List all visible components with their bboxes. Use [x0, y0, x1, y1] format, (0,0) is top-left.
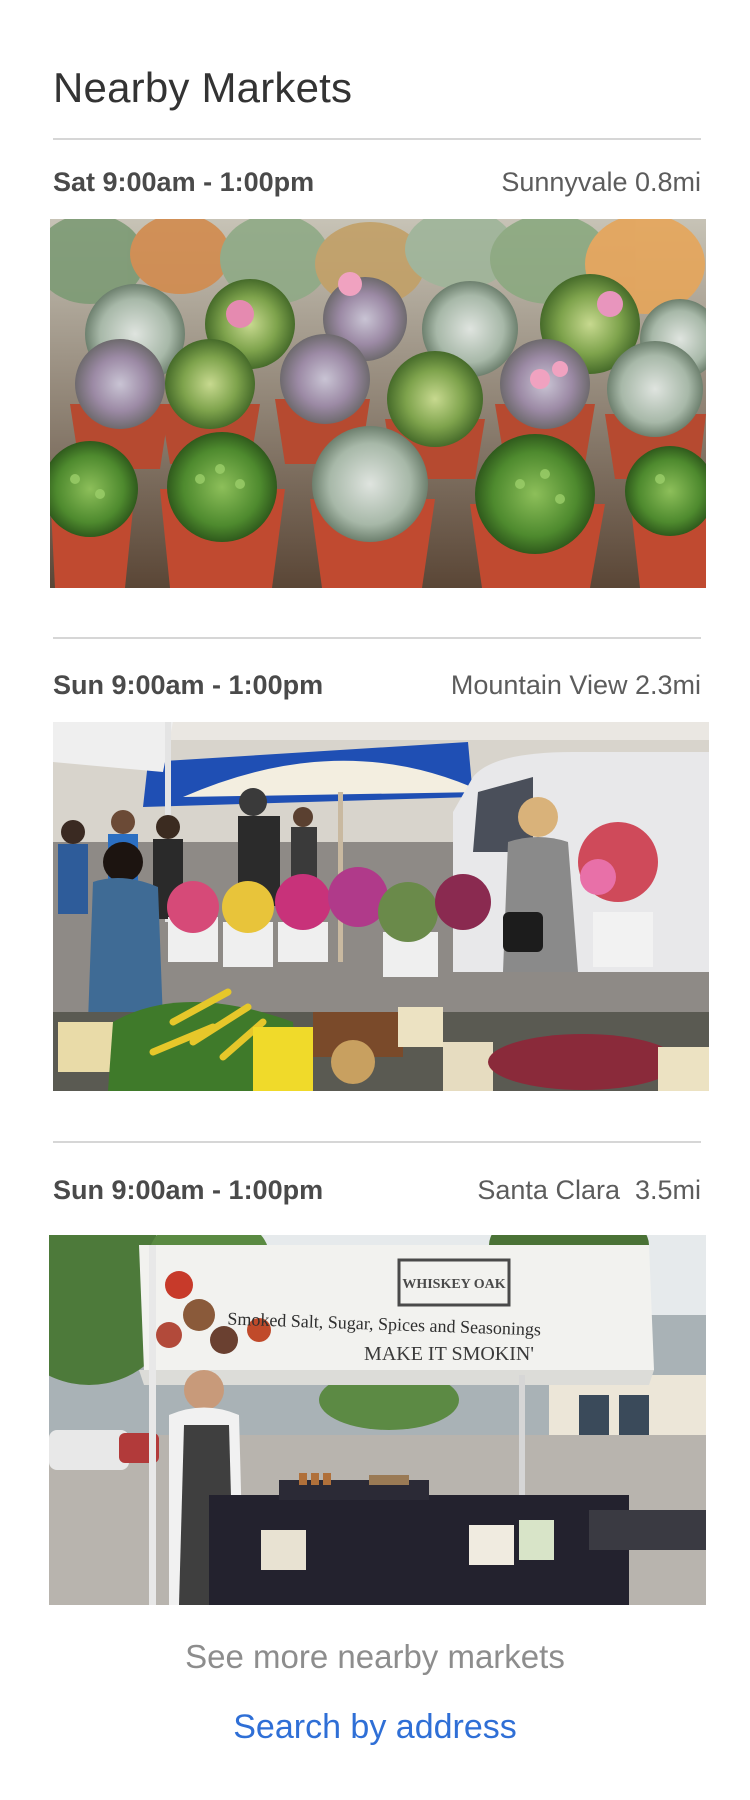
market-schedule: Sun 9:00am - 1:00pm	[53, 1175, 324, 1205]
market-schedule: Sun 9:00am - 1:00pm	[53, 670, 324, 700]
produce-stand-photo[interactable]	[53, 722, 709, 1091]
search-by-address-link[interactable]: Search by address	[0, 1708, 750, 1747]
see-more-markets-link[interactable]: See more nearby markets	[0, 1638, 750, 1676]
market-schedule: Sat 9:00am - 1:00pm	[53, 167, 315, 197]
divider	[53, 138, 701, 140]
succulents-illustration	[50, 219, 706, 588]
succulents-photo[interactable]	[50, 219, 706, 588]
market-location: Sunnyvale 0.8mi	[501, 167, 701, 197]
produce-stand-illustration	[53, 722, 709, 1091]
booth-tagline: MAKE IT SMOKIN'	[364, 1343, 534, 1365]
booth-brand: WHISKEY OAK	[402, 1277, 505, 1292]
page-title: Nearby Markets	[53, 64, 353, 111]
market-location: Mountain View 2.3mi	[450, 670, 701, 700]
market-location: Santa Clara 3.5mi	[477, 1175, 701, 1205]
vendor-booth-photo[interactable]: WHISKEY OAK Smoked Salt, Sugar, Spices a…	[49, 1235, 706, 1605]
vendor-booth-illustration: WHISKEY OAK Smoked Salt, Sugar, Spices a…	[49, 1235, 706, 1605]
divider	[53, 637, 701, 639]
divider	[53, 1141, 701, 1143]
